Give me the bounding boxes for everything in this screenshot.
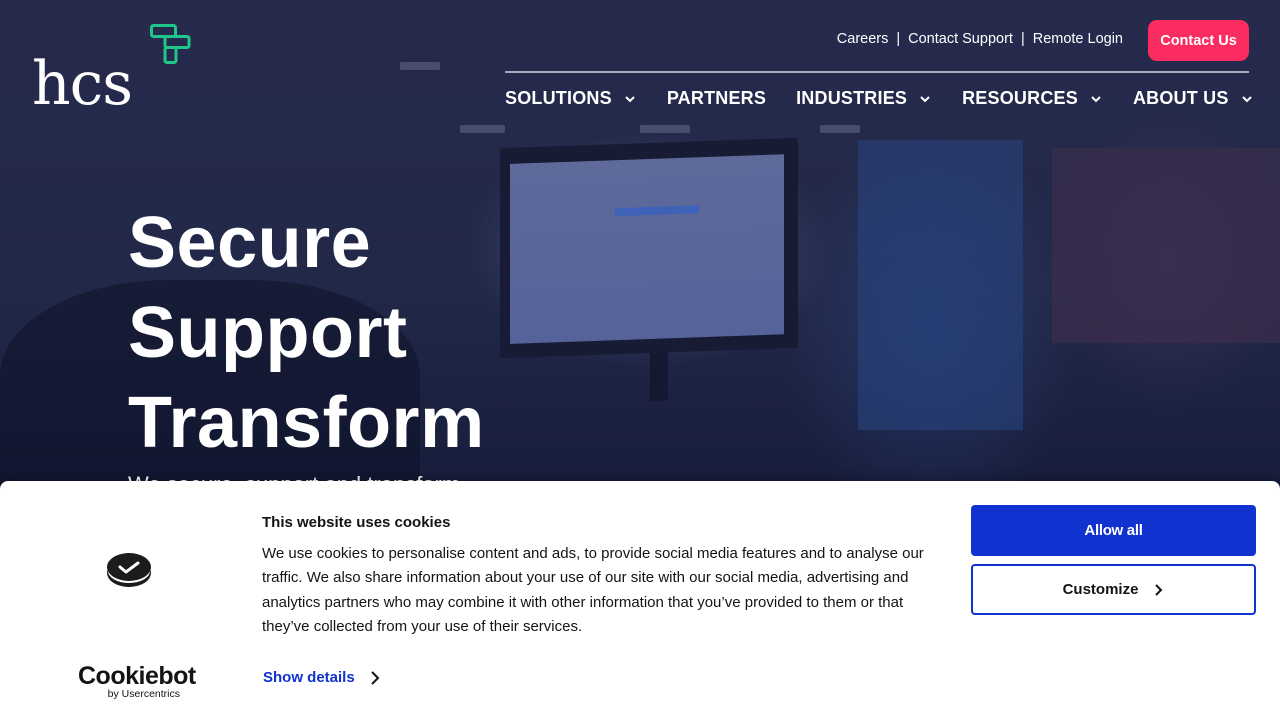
show-details-link[interactable]: Show details [263, 669, 381, 686]
nav-item-about-us[interactable]: ABOUT US [1133, 88, 1254, 109]
background-light [460, 125, 505, 133]
customize-label: Customize [1062, 581, 1139, 598]
allow-all-button[interactable]: Allow all [971, 505, 1256, 556]
chevron-down-icon [920, 95, 930, 102]
cookiebot-name: Cookiebot [78, 662, 196, 690]
chevron-down-icon [1091, 95, 1101, 102]
customize-button[interactable]: Customize [971, 564, 1256, 615]
nav-item-industries[interactable]: INDUSTRIES [796, 88, 932, 109]
main-nav: SOLUTIONS PARTNERS INDUSTRIES RESOURCES … [505, 88, 1254, 109]
hero-title: Secure Support Transform [128, 198, 485, 468]
chevron-down-icon [625, 95, 635, 102]
nav-item-partners[interactable]: PARTNERS [667, 88, 766, 109]
chevron-right-icon [1155, 583, 1163, 596]
nav-separator: | [1020, 31, 1025, 47]
hero-title-line: Secure [128, 203, 372, 283]
nav-item-label: ABOUT US [1132, 88, 1229, 108]
nav-item-resources[interactable]: RESOURCES [962, 88, 1103, 109]
nav-item-label: PARTNERS [666, 88, 767, 108]
cookie-consent-icon [107, 553, 151, 587]
contact-us-button[interactable]: Contact Us [1148, 20, 1249, 61]
hero-title-line: Support [128, 293, 408, 373]
nav-item-label: INDUSTRIES [796, 88, 908, 108]
cookie-banner-text: We use cookies to personalise content an… [262, 545, 924, 635]
cookie-banner-title: This website uses cookies [262, 514, 451, 531]
careers-link[interactable]: Careers [837, 31, 889, 47]
nav-separator: | [896, 31, 901, 47]
show-details-label: Show details [263, 669, 355, 686]
logo-text: hcs [32, 49, 133, 119]
contact-support-link[interactable]: Contact Support [908, 31, 1013, 47]
background-light [640, 125, 690, 133]
chevron-down-icon [1241, 95, 1252, 102]
logo-mark-icon [150, 24, 191, 64]
nav-divider [505, 71, 1249, 73]
cookiebot-logo[interactable]: Cookiebot by Usercentrics [78, 662, 196, 701]
chevron-right-icon [370, 670, 380, 685]
hcs-logo[interactable]: hcs [32, 24, 192, 114]
remote-login-link[interactable]: Remote Login [1033, 31, 1123, 47]
nav-item-solutions[interactable]: SOLUTIONS [505, 88, 637, 109]
nav-item-label: SOLUTIONS [505, 88, 612, 108]
background-monitor [500, 137, 798, 401]
nav-item-label: RESOURCES [962, 88, 1078, 108]
background-screen [1052, 148, 1280, 343]
cookie-consent-banner: Cookiebot by Usercentrics This website u… [0, 481, 1280, 720]
background-cubicle [858, 140, 1023, 430]
background-light [400, 62, 440, 70]
background-light [820, 125, 860, 133]
hero-title-line: Transform [128, 383, 485, 463]
utility-nav: Careers | Contact Support | Remote Login [837, 31, 1123, 47]
